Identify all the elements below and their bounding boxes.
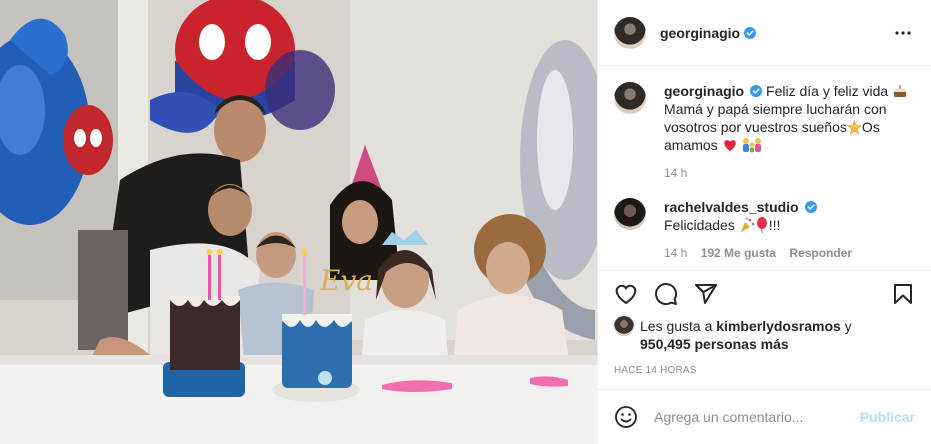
comment-button[interactable]: [654, 282, 678, 306]
post-side-panel: georginagio georginagio Feliz día y feli…: [597, 0, 931, 444]
like-button[interactable]: [614, 282, 638, 306]
comment-reply-button[interactable]: Responder: [789, 246, 852, 260]
save-button[interactable]: [891, 282, 915, 306]
likes-joiner: y: [844, 318, 852, 334]
comment-icon: [655, 283, 678, 306]
likes-prefix: Les gusta a: [640, 318, 713, 334]
star-emoji-icon: [847, 120, 862, 135]
comment-time[interactable]: 14 h: [664, 246, 687, 260]
verified-badge-icon: [744, 26, 757, 39]
caption-meta: 14 h: [664, 166, 915, 180]
caption-time[interactable]: 14 h: [664, 166, 687, 180]
likes-count[interactable]: 950,495 personas más: [640, 336, 789, 352]
caption-text-line3: vosotros por vuestros sueños: [664, 119, 847, 135]
smile-icon: [615, 406, 637, 428]
red-heart-emoji-icon: [723, 140, 736, 151]
family-emoji-icon: [743, 138, 762, 153]
add-comment-input[interactable]: [654, 409, 852, 425]
caption-body: georginagio Feliz día y feliz vida Mamá …: [664, 82, 915, 180]
comment-text: Felicidades: [664, 217, 735, 233]
caption-text-line2: Mamá y papá siempre lucharán con: [664, 101, 887, 117]
verified-badge-icon: [804, 201, 817, 213]
likes-text: Les gusta a kimberlydosramos y 950,495 p…: [640, 317, 852, 353]
share-icon: [695, 284, 717, 304]
comment-meta: 14 h 192 Me gusta Responder: [664, 246, 915, 260]
commenter-username[interactable]: rachelvaldes_studio: [664, 199, 799, 215]
instagram-post: Eva georginagio georginagio Feliz día y …: [0, 0, 931, 444]
caption: georginagio Feliz día y feliz vida Mamá …: [614, 82, 915, 180]
caption-avatar[interactable]: [614, 82, 646, 114]
cake-topper-text: Eva: [319, 264, 373, 297]
caption-text-line4: amamos: [664, 137, 718, 153]
share-button[interactable]: [694, 282, 718, 306]
comment-likes[interactable]: 192 Me gusta: [701, 246, 776, 260]
liker-avatar[interactable]: [614, 316, 634, 336]
caption-username[interactable]: georginagio: [664, 83, 744, 99]
comments-area[interactable]: georginagio Feliz día y feliz vida Mamá …: [598, 66, 931, 270]
comment-item: rachelvaldes_studio Felicidades !!! 14 h…: [614, 198, 915, 260]
comment-body: rachelvaldes_studio Felicidades !!! 14 h…: [664, 198, 915, 260]
liker-username[interactable]: kimberlydosramos: [716, 318, 841, 334]
commenter-avatar[interactable]: [614, 198, 646, 230]
post-header: georginagio: [598, 0, 931, 66]
more-options-button[interactable]: [891, 21, 915, 45]
balloon-emoji-icon: [756, 217, 767, 233]
author-avatar[interactable]: [614, 16, 646, 49]
author-username[interactable]: georginagio: [660, 25, 740, 41]
likes-summary: Les gusta a kimberlydosramos y 950,495 p…: [614, 316, 915, 353]
bookmark-icon: [894, 284, 912, 304]
party-popper-emoji-icon: [740, 218, 754, 232]
post-timestamp[interactable]: HACE 14 HORAS: [614, 365, 915, 389]
post-actions: Les gusta a kimberlydosramos y 950,495 p…: [598, 270, 931, 389]
comment-text-end: !!!: [768, 217, 781, 233]
birthday-photo-illustration: Eva: [0, 0, 597, 444]
post-photo[interactable]: Eva: [0, 0, 597, 444]
caption-text-line3-end: Os: [861, 119, 880, 135]
more-options-icon: [895, 30, 911, 35]
add-comment-bar: Publicar: [598, 389, 931, 444]
publish-button[interactable]: Publicar: [860, 409, 915, 425]
heart-icon: [615, 284, 637, 304]
emoji-picker-button[interactable]: [614, 405, 638, 429]
caption-text-line1: Feliz día y feliz vida: [766, 83, 889, 99]
verified-badge-icon: [750, 85, 763, 97]
action-icon-row: [614, 271, 915, 317]
cake-emoji-icon: [894, 85, 907, 97]
